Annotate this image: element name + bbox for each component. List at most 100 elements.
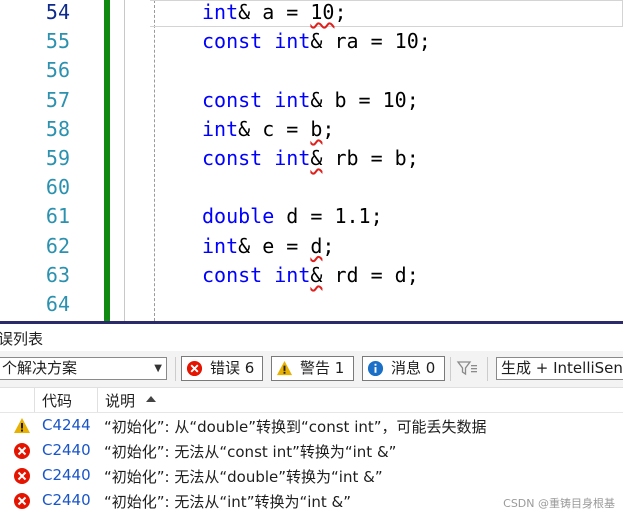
warning-triangle-icon: [276, 360, 293, 376]
code-token: d = 1.1;: [274, 204, 383, 229]
code-line[interactable]: int& e = d;: [202, 232, 334, 261]
line-number: 64: [45, 292, 70, 316]
code-line[interactable]: int& c = b;: [202, 115, 334, 144]
error-code-link[interactable]: C2440: [42, 441, 91, 459]
line-number: 54: [45, 0, 70, 24]
code-token: & ra = 10;: [310, 29, 431, 54]
line-number: 60: [45, 175, 70, 200]
code-line[interactable]: const int& ra = 10;: [202, 27, 431, 56]
code-keyword: int: [274, 29, 311, 54]
code-keyword: const: [202, 262, 263, 287]
line-number-gutter: 54 55 56 57 58 59 60 61 62 63 64: [0, 0, 104, 321]
toolbar-separator: [487, 357, 488, 381]
errors-filter-label: 错误 6: [210, 359, 255, 377]
code-token: rb = b;: [322, 146, 419, 170]
code-token: ;: [322, 116, 335, 141]
error-squiggle: 10: [310, 0, 335, 24]
info-circle-icon: [367, 360, 384, 377]
toolbar-separator: [175, 357, 176, 381]
code-keyword: const: [202, 87, 263, 112]
error-description: “初始化”: 从“double”转换到“const int”，可能丢失数据: [104, 418, 487, 436]
warnings-filter-label: 警告 1: [300, 359, 345, 377]
watermark: CSDN @重铸目身根基: [503, 497, 615, 510]
scope-dropdown-label: 个解决方案: [2, 359, 78, 377]
error-circle-icon: [14, 443, 30, 459]
chevron-down-icon: ▼: [154, 363, 162, 374]
line-number: 63: [45, 262, 70, 287]
error-description: “初始化”: 无法从“double”转换为“int &”: [104, 468, 383, 486]
code-token: ;: [334, 0, 347, 24]
error-list-toolbar: 个解决方案 ▼ 错误 6 警告 1 消息 0 生成 + IntelliSen: [0, 351, 623, 388]
line-number: 62: [45, 233, 70, 258]
code-token: & b = 10;: [310, 87, 419, 112]
errors-filter-button[interactable]: 错误 6: [181, 356, 263, 381]
line-number: 61: [45, 204, 70, 229]
code-editor[interactable]: 54 55 56 57 58 59 60 61 62 63 64 int& a = 10; const…: [0, 0, 623, 321]
code-line[interactable]: const int& rb = b;: [202, 144, 419, 173]
table-row[interactable]: C2440 “初始化”: 无法从“double”转换为“int &”: [0, 463, 623, 488]
error-code-link[interactable]: C2440: [42, 491, 91, 509]
error-description: “初始化”: 无法从“const int”转换为“int &”: [104, 443, 397, 461]
line-number: 59: [45, 146, 70, 170]
table-header: 代码 说明: [0, 388, 623, 413]
error-code-link[interactable]: C4244: [42, 416, 91, 434]
code-keyword: int: [202, 0, 239, 24]
messages-filter-label: 消息 0: [391, 359, 436, 377]
line-number: 57: [45, 87, 70, 112]
error-circle-icon: [14, 493, 30, 509]
scope-dropdown[interactable]: 个解决方案 ▼: [0, 357, 167, 380]
error-list-panel: 误列表 个解决方案 ▼ 错误 6 警告 1 消息 0 生成 + IntelliS…: [0, 321, 623, 517]
code-keyword: int: [274, 87, 311, 112]
editor-margin-line: [124, 0, 125, 321]
code-keyword: int: [274, 262, 311, 287]
change-tracking-bar: [104, 0, 110, 321]
table-row[interactable]: C2440 “初始化”: 无法从“const int”转换为“int &”: [0, 438, 623, 463]
line-number: 58: [45, 116, 70, 141]
indent-guide: [154, 0, 155, 321]
error-squiggle: &: [310, 146, 323, 170]
panel-title-bar[interactable]: 误列表: [0, 321, 623, 351]
column-header-code[interactable]: 代码: [42, 390, 72, 411]
code-token: & e =: [238, 233, 311, 258]
column-header-description[interactable]: 说明: [105, 390, 135, 411]
table-row[interactable]: C4244 “初始化”: 从“double”转换到“const int”，可能丢失…: [0, 413, 623, 438]
code-line[interactable]: double d = 1.1;: [202, 202, 383, 231]
column-separator[interactable]: [34, 388, 35, 412]
code-token: & a =: [238, 0, 311, 24]
panel-title: 误列表: [0, 330, 44, 348]
code-token: ;: [322, 233, 335, 258]
error-code-link[interactable]: C2440: [42, 466, 91, 484]
error-circle-icon: [186, 360, 203, 377]
code-keyword: int: [274, 146, 311, 170]
column-separator[interactable]: [97, 388, 98, 412]
sort-ascending-icon: [146, 396, 156, 402]
build-source-label: 生成 + IntelliSense: [501, 359, 623, 377]
code-keyword: double: [202, 204, 275, 229]
error-squiggle: &: [310, 262, 323, 287]
code-keyword: const: [202, 29, 263, 54]
line-number: 56: [45, 58, 70, 83]
code-keyword: const: [202, 146, 263, 170]
code-keyword: int: [202, 116, 239, 141]
code-token: & c =: [238, 116, 311, 141]
warning-triangle-icon: [14, 418, 30, 433]
code-line[interactable]: const int& b = 10;: [202, 86, 419, 115]
error-squiggle: b: [310, 116, 323, 141]
line-number: 55: [45, 29, 70, 54]
filter-icon[interactable]: [456, 359, 478, 379]
error-description: “初始化”: 无法从“int”转换为“int &”: [104, 493, 352, 511]
code-line[interactable]: const int& rd = d;: [202, 261, 419, 290]
code-line[interactable]: int& a = 10;: [202, 0, 347, 27]
toolbar-separator: [450, 357, 451, 381]
error-squiggle: d: [310, 233, 323, 258]
error-circle-icon: [14, 468, 30, 484]
build-source-dropdown[interactable]: 生成 + IntelliSense: [496, 357, 623, 380]
code-keyword: int: [202, 233, 239, 258]
warnings-filter-button[interactable]: 警告 1: [271, 356, 354, 381]
code-token: rd = d;: [322, 262, 419, 287]
messages-filter-button[interactable]: 消息 0: [362, 356, 445, 381]
